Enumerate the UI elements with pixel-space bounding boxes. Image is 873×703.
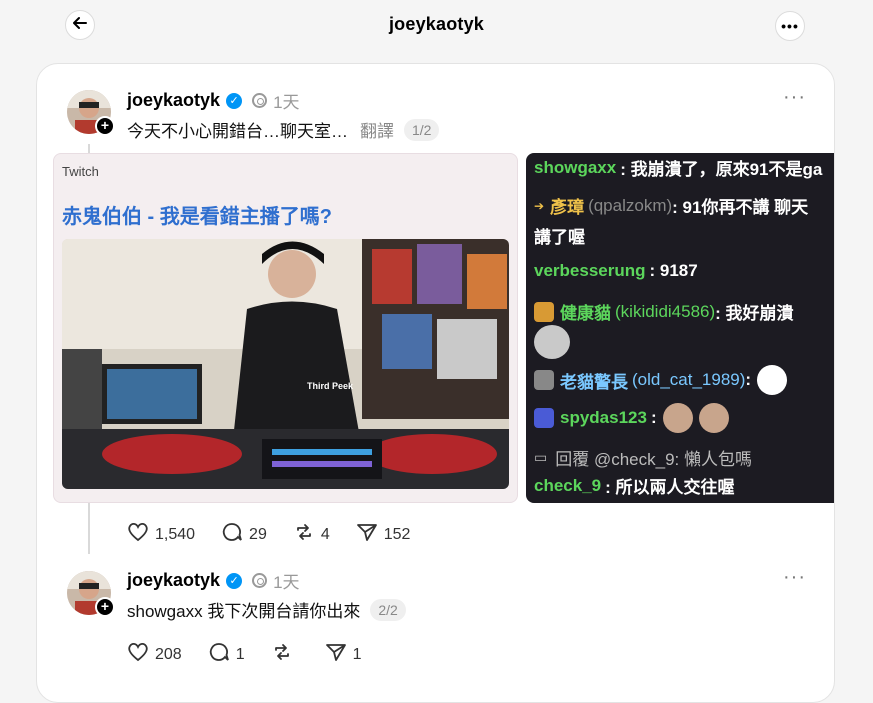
share-count: 152 (383, 525, 411, 543)
repost-icon (293, 522, 321, 547)
follow-plus-icon[interactable]: + (95, 597, 115, 617)
repost-icon (271, 642, 299, 667)
post-text: 今天不小心開錯台…聊天室… (127, 122, 348, 141)
post-more-button[interactable]: ··· (783, 86, 806, 109)
repost-count: 4 (320, 525, 330, 543)
heart-icon (127, 642, 155, 667)
chat-reply-line: ▭ 回覆 @check_9 : 懶人包嗎 (534, 449, 752, 469)
chat-line: ➔ 彥璋 (qpalzokm) : 91你再不講 聊天 (534, 195, 809, 218)
chat-line: 老貓警長 (old_cat_1989) : (534, 365, 788, 395)
chat-line: 講了喔 (534, 228, 585, 247)
chat-line: 健康貓 (kikididi4586) : 我好崩潰 (534, 299, 794, 324)
more-options-button[interactable]: ••• (775, 11, 805, 41)
post-header: joeykaotyk ✓ 1天 (127, 568, 300, 593)
like-count: 1,540 (155, 525, 196, 543)
post-text: showgaxx 我下次開台請你出來 (127, 602, 361, 621)
verified-badge-icon: ✓ (226, 92, 243, 109)
comment-count: 29 (249, 525, 267, 543)
chat-line: showgaxx : 我崩潰了，原來91不是ga (534, 157, 823, 180)
repost-button[interactable] (271, 642, 299, 667)
post-actions: 1,540 29 4 152 (127, 522, 436, 547)
send-icon (356, 522, 384, 547)
post-time: 1天 (273, 573, 300, 592)
post-time: 1天 (273, 93, 300, 112)
comment-icon (208, 642, 236, 667)
chat-line: spydas123 : (534, 403, 729, 433)
chat-line: verbesserung : 9187 (534, 261, 698, 280)
comment-button[interactable]: 29 (221, 522, 267, 547)
emote-icon (757, 365, 788, 395)
chat-badge-icon (534, 408, 554, 428)
shirt-print: Third Peek (307, 381, 354, 391)
threads-icon (252, 573, 268, 588)
page-title: joeykaotyk (388, 14, 485, 34)
comment-button[interactable]: 1 (208, 642, 245, 667)
reply-icon: ▭ (534, 449, 548, 465)
media-chat-screenshot[interactable]: showgaxx : 我崩潰了，原來91不是ga ➔ 彥璋 (qpalzokm)… (526, 153, 834, 503)
heart-icon (127, 522, 155, 547)
chat-badge-icon (534, 301, 554, 322)
chat-line: check_9 : 所以兩人交往喔 (534, 475, 735, 498)
stream-thumbnail: Third Peek (62, 239, 509, 489)
chat-badge-icon (534, 370, 554, 390)
source-label: Twitch (62, 164, 99, 179)
repost-button[interactable]: 4 (293, 522, 330, 547)
thread-card: + joeykaotyk ✓ 1天 ··· 今天不小心開錯台…聊天室… 翻譯 1… (36, 63, 835, 703)
emote-icon (662, 403, 693, 433)
ellipsis-icon: ••• (781, 18, 799, 34)
media-twitch-preview[interactable]: Twitch 赤鬼伯伯 - 我是看錯主播了嗎? Third Peek (53, 153, 518, 503)
emote-icon (534, 325, 570, 359)
like-button[interactable]: 1,540 (127, 522, 195, 547)
stream-title: 赤鬼伯伯 - 我是看錯主播了嗎? (62, 206, 332, 228)
comment-icon (221, 522, 249, 547)
emote-icon (698, 403, 729, 433)
post-body: showgaxx 我下次開台請你出來 2/2 (127, 597, 406, 622)
share-count: 1 (352, 645, 362, 663)
post-header: joeykaotyk ✓ 1天 (127, 88, 300, 113)
post-body: 今天不小心開錯台…聊天室… 翻譯 1/2 (127, 117, 440, 142)
thread-pager: 1/2 (404, 118, 440, 141)
post-actions: 208 1 1 (127, 642, 388, 667)
top-bar: joeykaotyk ••• (0, 0, 873, 52)
share-button[interactable]: 1 (325, 642, 362, 667)
verified-badge-icon: ✓ (226, 572, 243, 589)
username[interactable]: joeykaotyk (127, 90, 220, 111)
threads-icon (252, 93, 268, 108)
like-button[interactable]: 208 (127, 642, 182, 667)
chat-badge-icon: ➔ (534, 198, 545, 213)
comment-count: 1 (235, 645, 245, 663)
thread-pager: 2/2 (370, 598, 406, 621)
send-icon (325, 642, 353, 667)
post-more-button[interactable]: ··· (783, 566, 806, 589)
translate-link[interactable]: 翻譯 (360, 117, 394, 142)
username[interactable]: joeykaotyk (127, 570, 220, 591)
like-count: 208 (155, 645, 182, 663)
follow-plus-icon[interactable]: + (95, 116, 115, 136)
share-button[interactable]: 152 (356, 522, 411, 547)
